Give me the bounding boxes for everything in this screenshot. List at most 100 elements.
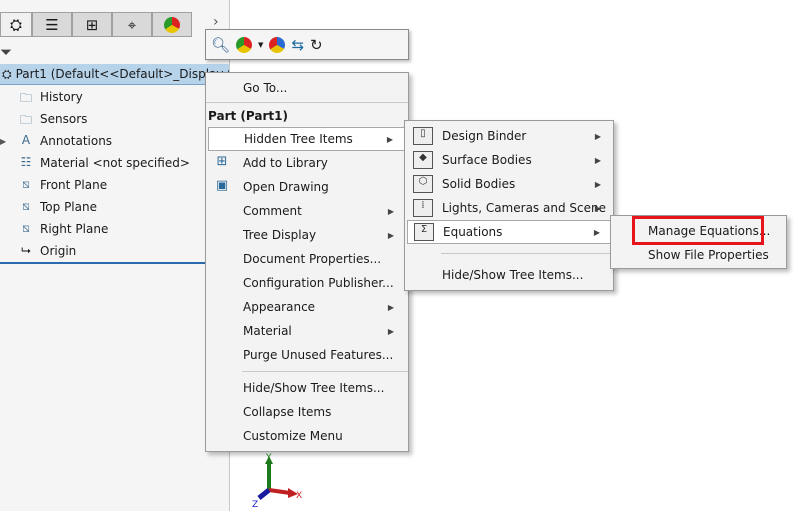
sensors-folder-icon: 🗀 xyxy=(19,113,32,127)
submenu-item-surface-bodies[interactable]: ◆ Surface Bodies ▶ xyxy=(405,148,613,172)
submenu-item-solid-bodies[interactable]: ⬡ Solid Bodies ▶ xyxy=(405,172,613,196)
z-axis-label: Z xyxy=(252,500,258,510)
menu-item-go-to[interactable]: Go To... xyxy=(206,76,408,100)
tree-item-history[interactable]: 🗀 History xyxy=(0,86,229,108)
plane-icon: ⧅ xyxy=(22,199,30,213)
submenu-arrow-icon: ▶ xyxy=(387,302,394,312)
tree-item-label: Annotations xyxy=(40,134,113,148)
tree-item-sensors[interactable]: 🗀 Sensors xyxy=(0,108,229,130)
menu-item-document-properties[interactable]: Document Properties... xyxy=(206,247,408,271)
feature-manager-icon: ⛭ xyxy=(9,15,22,34)
submenu-arrow-icon: ▶ xyxy=(387,230,394,240)
open-drawing-icon: ▣ xyxy=(215,178,229,193)
x-axis-arrow xyxy=(268,488,291,495)
expand-arrow-icon[interactable]: ▶ xyxy=(0,137,6,146)
menu-item-label: Document Properties... xyxy=(243,252,382,266)
surface-bodies-folder-icon: ◆ xyxy=(413,151,433,169)
menu-item-label: Collapse Items xyxy=(243,405,332,419)
menu-item-label: Open Drawing xyxy=(243,180,329,194)
menu-item-hidden-tree-items[interactable]: Hidden Tree Items ▶ xyxy=(208,127,406,151)
zoom-to-selection-icon[interactable]: 🔍︎ xyxy=(211,36,230,54)
menu-item-purge-unused-features[interactable]: Purge Unused Features... xyxy=(206,343,408,367)
feature-tree: 🗀 History 🗀 Sensors ▶ A Annotations ☷ Materia… xyxy=(0,86,229,262)
display-manager-icon xyxy=(164,16,180,33)
tree-item-label: Front Plane xyxy=(40,178,108,192)
menu-item-label: Material xyxy=(243,324,292,338)
context-toolbar: 🔍︎ ▼ ⇆ ↻ xyxy=(205,29,409,60)
tree-root-label: Part1 (Default<<Default>_Display S xyxy=(15,67,229,81)
submenu-arrow-icon: ▶ xyxy=(594,131,601,141)
submenu-item-lights-cameras-scene[interactable]: ⁞ Lights, Cameras and Scene ▶ xyxy=(405,196,613,220)
menu-item-material[interactable]: Material ▶ xyxy=(206,319,408,343)
menu-item-label: Show File Properties xyxy=(648,248,769,262)
display-manager-tab[interactable] xyxy=(152,12,192,37)
copy-appearance-icon[interactable] xyxy=(269,36,286,53)
menu-item-label: Go To... xyxy=(243,81,288,95)
menu-item-label: Purge Unused Features... xyxy=(243,348,394,362)
part-icon: ⛭ xyxy=(2,66,12,81)
annotations-folder-icon: A xyxy=(21,133,31,147)
tree-item-label: Sensors xyxy=(40,112,88,126)
chevron-right-icon[interactable]: › xyxy=(213,14,219,30)
menu-separator xyxy=(206,102,408,103)
material-icon: ☷ xyxy=(20,155,32,169)
menu-item-hide-show-tree-items[interactable]: Hide/Show Tree Items... xyxy=(206,376,408,400)
menu-item-open-drawing[interactable]: ▣ Open Drawing xyxy=(206,175,408,199)
menu-item-tree-display[interactable]: Tree Display ▶ xyxy=(206,223,408,247)
submenu-item-equations[interactable]: Σ Equations ▶ xyxy=(407,220,611,244)
menu-item-label: Comment xyxy=(243,204,302,218)
y-axis-label: Y xyxy=(265,453,272,463)
menu-item-comment[interactable]: Comment ▶ xyxy=(206,199,408,223)
menu-item-appearance[interactable]: Appearance ▶ xyxy=(206,295,408,319)
tree-item-label: Right Plane xyxy=(40,222,109,236)
tree-item-front-plane[interactable]: ⧅ Front Plane xyxy=(0,174,229,196)
tree-root-part1[interactable]: ⛭ Part1 (Default<<Default>_Display S xyxy=(0,64,229,85)
tree-item-annotations[interactable]: ▶ A Annotations xyxy=(0,130,229,152)
tree-item-origin[interactable]: ⮡ Origin xyxy=(0,240,229,262)
panel-tabs: ⛭ ☰ ⊞ ⌖ xyxy=(0,12,192,37)
rollback-icon[interactable]: ↻ xyxy=(310,36,323,54)
triad-axes: Y X Z xyxy=(252,453,302,510)
submenu-arrow-icon: ▶ xyxy=(386,134,393,144)
show-hide-icon[interactable]: ⇆ xyxy=(291,36,304,54)
menu-item-label: Hidden Tree Items xyxy=(244,132,353,146)
tree-item-right-plane[interactable]: ⧅ Right Plane xyxy=(0,218,229,240)
history-folder-icon: 🗀 xyxy=(19,91,32,105)
z-axis-arrow xyxy=(257,488,271,500)
menu-item-collapse-items[interactable]: Collapse Items xyxy=(206,400,408,424)
edit-appearance-icon[interactable] xyxy=(236,36,253,53)
submenu-arrow-icon: ▶ xyxy=(594,179,601,189)
menu-item-customize-menu[interactable]: Customize Menu xyxy=(206,424,408,448)
origin-icon: ⮡ xyxy=(21,243,31,257)
x-axis-label: X xyxy=(296,491,302,501)
submenu-arrow-icon: ▶ xyxy=(594,155,601,165)
menu-item-label: Lights, Cameras and Scene xyxy=(442,201,606,215)
submenu-item-hide-show-tree-items[interactable]: Hide/Show Tree Items... xyxy=(405,263,613,287)
menu-item-show-file-properties[interactable]: Show File Properties xyxy=(611,243,786,267)
dropdown-arrow-icon[interactable]: ▼ xyxy=(258,41,263,49)
submenu-arrow-icon: ▶ xyxy=(387,326,394,336)
property-manager-icon: ☰ xyxy=(45,15,59,34)
hidden-tree-items-submenu: ▯ Design Binder ▶ ◆ Surface Bodies ▶ ⬡ Solid … xyxy=(404,120,614,291)
submenu-item-design-binder[interactable]: ▯ Design Binder ▶ xyxy=(405,124,613,148)
dimxpert-icon: ⌖ xyxy=(127,15,137,34)
configuration-manager-icon: ⊞ xyxy=(85,15,99,34)
tree-item-material[interactable]: ☷ Material <not specified> xyxy=(0,152,229,174)
menu-item-add-to-library[interactable]: ⊞ Add to Library xyxy=(206,151,408,175)
menu-separator xyxy=(441,253,613,254)
filter-icon[interactable]: ⏷ xyxy=(0,43,12,61)
dimxpert-tab[interactable]: ⌖ xyxy=(112,12,152,37)
property-manager-tab[interactable]: ☰ xyxy=(32,12,72,37)
tree-item-label: Origin xyxy=(40,244,77,258)
tree-item-top-plane[interactable]: ⧅ Top Plane xyxy=(0,196,229,218)
plane-icon: ⧅ xyxy=(22,177,30,191)
feature-manager-panel: ⛭ ☰ ⊞ ⌖ › ⏷ ⛭ Part1 (Default<<Default>_Di… xyxy=(0,0,230,511)
feature-manager-tab[interactable]: ⛭ xyxy=(0,12,32,37)
design-binder-folder-icon: ▯ xyxy=(413,127,433,145)
plane-icon: ⧅ xyxy=(22,221,30,235)
menu-item-configuration-publisher[interactable]: Configuration Publisher... xyxy=(206,271,408,295)
menu-item-label: Add to Library xyxy=(243,156,328,170)
configuration-manager-tab[interactable]: ⊞ xyxy=(72,12,112,37)
menu-item-label: Surface Bodies xyxy=(442,153,532,167)
menu-item-label: Equations xyxy=(443,225,503,239)
